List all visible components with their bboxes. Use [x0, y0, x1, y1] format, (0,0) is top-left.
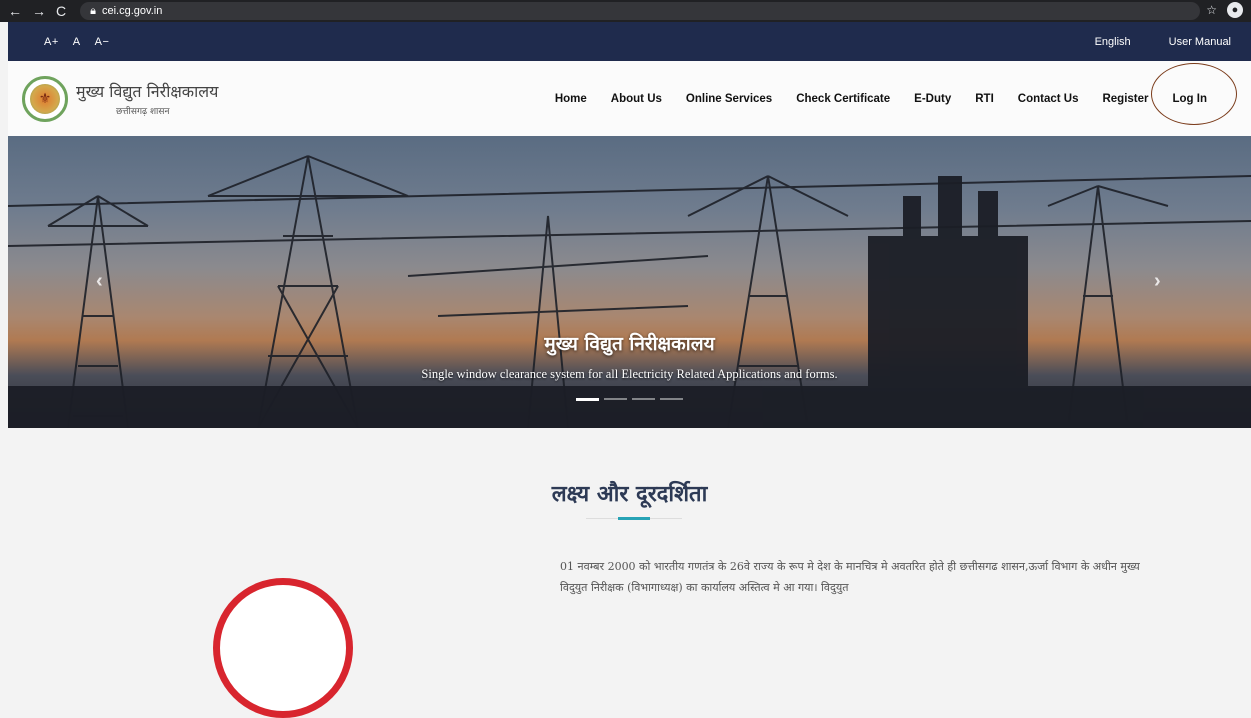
mission-image-ring — [213, 578, 353, 718]
carousel-prev-icon[interactable]: ‹ — [96, 270, 103, 293]
address-bar[interactable]: 🔒︎ cei.cg.gov.in — [80, 2, 1201, 20]
hero-carousel: ‹ › मुख्य विद्युत निरीक्षकालय Single win… — [8, 136, 1251, 428]
nav-home[interactable]: Home — [543, 93, 599, 105]
heading-divider — [586, 517, 682, 520]
carousel-indicators — [576, 398, 683, 401]
mission-text: 01 नवम्बर 2000 को भारतीय गणतंत्र के 26वे… — [560, 560, 1140, 594]
nav-rti[interactable]: RTI — [963, 93, 1006, 105]
site-logo[interactable]: ⚜ मुख्य विद्युत निरीक्षकालय छत्तीसगढ़ शा… — [8, 75, 219, 122]
state-emblem-icon: ⚜ — [22, 75, 68, 122]
carousel-indicator[interactable] — [576, 398, 599, 401]
user-manual-link[interactable]: User Manual — [1169, 36, 1231, 48]
mission-heading: लक्ष्य और दूरदर्शिता — [551, 482, 708, 507]
utility-bar: A+ A A− English User Manual — [8, 22, 1251, 61]
nav-online-services[interactable]: Online Services — [674, 93, 784, 105]
carousel-indicator[interactable] — [660, 398, 683, 400]
carousel-indicator[interactable] — [632, 398, 655, 400]
nav-register[interactable]: Register — [1090, 93, 1160, 105]
nav-check-certificate[interactable]: Check Certificate — [784, 93, 902, 105]
forward-icon[interactable]: → — [32, 3, 46, 19]
site-subtitle: छत्तीसगढ़ शासन — [116, 107, 170, 117]
profile-avatar-icon[interactable]: ● — [1227, 2, 1243, 18]
lock-icon: 🔒︎ — [90, 4, 96, 17]
bookmark-star-icon[interactable]: ☆ — [1206, 3, 1217, 17]
url-text: cei.cg.gov.in — [101, 5, 163, 17]
font-increase-button[interactable]: A+ — [44, 36, 59, 48]
nav-about-us[interactable]: About Us — [599, 93, 674, 105]
browser-toolbar: ← → C 🔒︎ cei.cg.gov.in ☆ ● — [0, 0, 1251, 22]
nav-contact-us[interactable]: Contact Us — [1006, 93, 1091, 105]
nav-e-duty[interactable]: E-Duty — [902, 93, 963, 105]
font-decrease-button[interactable]: A− — [95, 36, 110, 48]
power-towers-image — [8, 155, 1251, 428]
language-select[interactable]: English — [1095, 36, 1131, 48]
mission-section: लक्ष्य और दूरदर्शिता 01 नवम्बर 2000 को भ… — [8, 428, 1251, 718]
nav-log-in[interactable]: Log In — [1161, 93, 1220, 105]
carousel-indicator[interactable] — [604, 398, 627, 400]
site-title: मुख्य विद्युत निरीक्षकालय — [76, 82, 219, 101]
reload-icon[interactable]: C — [56, 3, 66, 19]
main-nav: Home About Us Online Services Check Cert… — [543, 61, 1219, 136]
site-header: ⚜ मुख्य विद्युत निरीक्षकालय छत्तीसगढ़ शा… — [8, 61, 1251, 136]
carousel-next-icon[interactable]: › — [1154, 270, 1161, 293]
font-normal-button[interactable]: A — [73, 36, 81, 48]
hero-title: मुख्य विद्युत निरीक्षकालय — [544, 333, 715, 355]
back-icon[interactable]: ← — [8, 3, 22, 19]
hero-subtitle: Single window clearance system for all E… — [421, 367, 838, 381]
